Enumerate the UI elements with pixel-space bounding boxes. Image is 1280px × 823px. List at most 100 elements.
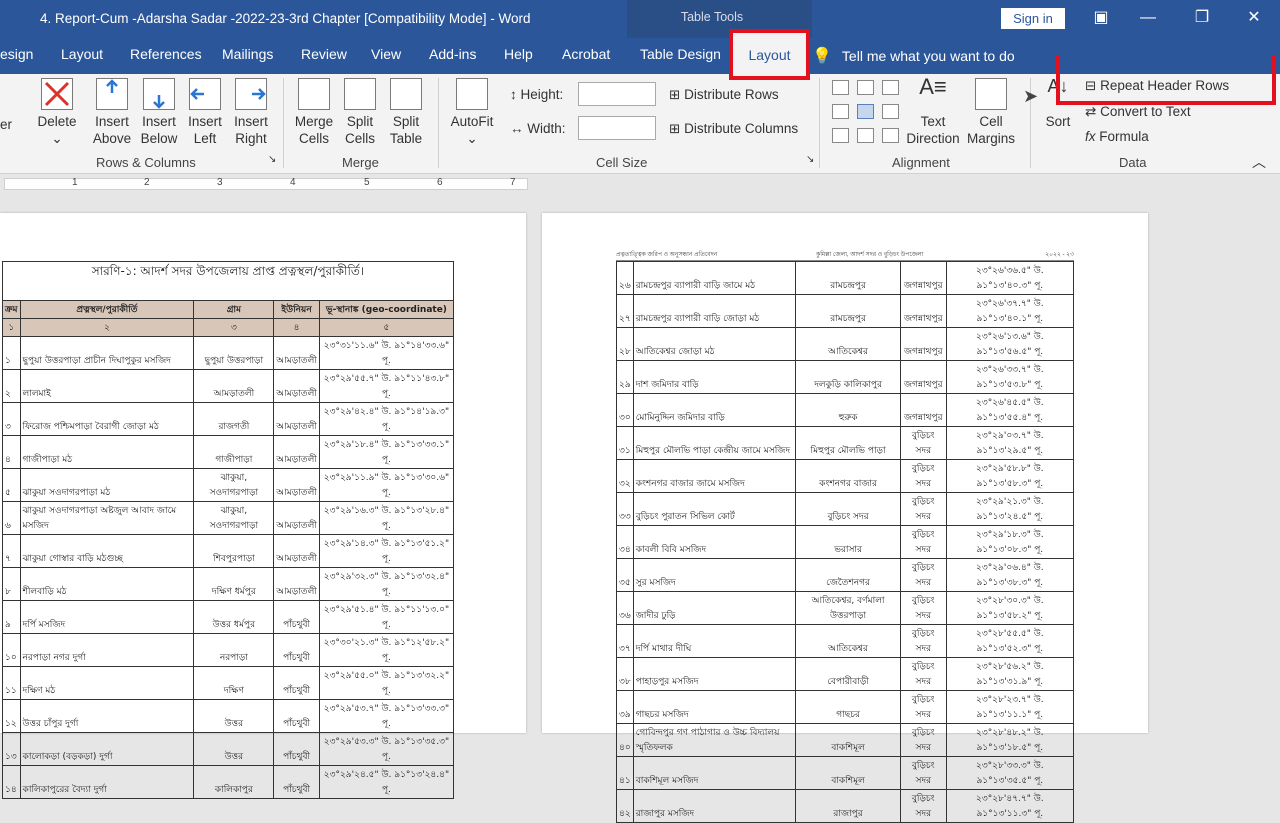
table-cell: ২৮ [616, 327, 634, 361]
table-row[interactable]: ৫ ঝাকুয়া সওদাগরপাড়া মঠ ঝাকুয়া, সওদাগরপা… [2, 467, 455, 502]
width-input[interactable] [578, 116, 656, 140]
align-center-right-icon[interactable] [882, 104, 899, 119]
table-row[interactable]: ৪০ গোবিন্দপুর গণ পাঠাগার ও উচ্চ বিদ্যালয়… [616, 723, 1075, 757]
distribute-columns-button[interactable]: ⊞ Distribute Columns [669, 121, 798, 137]
table-cell: রাজগতী [193, 401, 275, 436]
table-row[interactable]: ৩১ মিহুপুর মৌলভি পাড়া কেন্দ্রীয় জামে মস… [616, 426, 1075, 460]
tab-table-layout[interactable]: Layout [729, 29, 810, 80]
autofit-button[interactable]: AutoFit ⌄ [446, 78, 498, 147]
table-row[interactable]: ৯ দর্পি মসজিদ উত্তর ধর্মপুর পাঁচথুবী ২৩°২৯'৫… [2, 599, 455, 634]
table-cell: আমড়াতলী [273, 335, 320, 370]
table-row[interactable]: ৬ ঝাকুয়া সওদাগরপাড়া অষ্টজুল আবাদ জামে ম… [2, 500, 455, 535]
table-cell: উত্তর [193, 731, 275, 766]
table-row[interactable]: ৩৭ দর্পি মাথার দীঘি আতিকেশ্বর বুড়িচং সদর ২৩… [616, 624, 1075, 658]
table-row[interactable]: ৩২ কংশনগর বাজার জামে মসজিদ কংশনগর বাজার বুড… [616, 459, 1075, 493]
tab-review[interactable]: Review [301, 46, 347, 62]
horizontal-ruler[interactable]: 1 2 3 4 5 6 7 [0, 175, 1280, 193]
right-table[interactable]: ২৬ রামচন্দ্রপুর ব্যাপারী বাড়ি জামে মঠ রাম… [616, 261, 1075, 823]
table-row[interactable]: ১৪ কালিকাপুরের বৈদ্যা দুর্গা কালিকাপুর পাঁচ… [2, 764, 455, 799]
table-row[interactable]: ১১ দক্ষিণ মঠ দক্ষিণ পাঁচথুবী ২৩°২৯'৫৫.০" উ. … [2, 665, 455, 700]
align-bottom-right-icon[interactable] [882, 128, 899, 143]
align-center-icon[interactable] [857, 104, 874, 119]
tab-mailings[interactable]: Mailings [222, 46, 273, 62]
align-top-right-icon[interactable] [882, 80, 899, 95]
table-cell: আমড়াতলী [273, 401, 320, 436]
table-row[interactable]: ৮ শীলবাড়ি মঠ দক্ষিণ ধর্মপুর আমড়াতলী ২৩°২৯'… [2, 566, 455, 601]
cell-margins-button[interactable]: Cell Margins [964, 78, 1018, 147]
table-row[interactable]: ২ লালমাই আমড়াতলী আমড়াতলী ২৩°২৯'৫৫.৭" উ. ৯১… [2, 368, 455, 403]
insert-left-button[interactable]: Insert Left [182, 78, 228, 147]
table-row[interactable]: ৩৫ সুর মসজিদ জেতৈশনগর বুড়িচং সদর ২৩°২৯'০৬.৪… [616, 558, 1075, 592]
tell-me-search[interactable]: 💡 Tell me what you want to do [812, 46, 1015, 66]
table-row[interactable]: ২৮ আতিকেশ্বর জোড়া মঠ আতিকেশ্বর জগন্নাথপুর ২… [616, 327, 1075, 361]
table-cell: কালোকড়া (বড়কড়া) দুর্গা [19, 731, 195, 766]
table-row[interactable]: ৪১ বাকশিমূল মসজিদ বাকশিমূল বুড়িচং সদর ২৩°২৮… [616, 756, 1075, 790]
table-row[interactable]: ৩৪ কাবলী বিবি মসজিদ ভরাসার বুড়িচং সদর ২৩°২৯… [616, 525, 1075, 559]
align-top-left-icon[interactable] [832, 80, 849, 95]
table-row[interactable]: ৩৯ গাছচর মসজিদ গাছচর বুড়িচং সদর ২৩°২৮'২৩.৭"… [616, 690, 1075, 724]
page-right[interactable]: প্রত্নতাত্ত্বিক জরিপ ও অনুসন্ধান প্রতিবে… [542, 213, 1148, 823]
split-cells-button[interactable]: Split Cells [337, 78, 383, 147]
insert-below-button[interactable]: Insert Below [136, 78, 182, 147]
height-input[interactable] [578, 82, 656, 106]
tab-view[interactable]: View [371, 46, 401, 62]
table-row[interactable]: ৩৮ পাহাড়পুর মসজিদ বেপারীবাড়ী বুড়িচং সদর ২… [616, 657, 1075, 691]
split-table-button[interactable]: Split Table [383, 78, 429, 147]
tab-acrobat[interactable]: Acrobat [562, 46, 610, 62]
align-center-left-icon[interactable] [832, 104, 849, 119]
delete-button[interactable]: Delete ⌄ [34, 78, 80, 147]
table-row[interactable]: ৭ ঝাকুয়া গোস্বার বাড়ি মঠগুচ্ছ শিবপুরপাড়… [2, 533, 455, 568]
delete-table-icon [41, 78, 73, 110]
table-row[interactable]: ১ ছুপুয়া উত্তরপাড়া প্রাচীন দিঘাপুকুর মস… [2, 335, 455, 370]
table-cell: লালমাই [19, 368, 195, 403]
table-row[interactable]: ৪ গাজীপাড়া মঠ গাজীপাড়া আমড়াতলী ২৩°২৯'১৮.৪… [2, 434, 455, 469]
table-row[interactable]: ২৯ দাশ জমিদার বাড়ি দলকুড়ি কালিকাপুর জগন্ন… [616, 360, 1075, 394]
table-cell: ২৩°২৬'৩৩.৭" উ. ৯১°১৩'৫৩.৮" পূ. [945, 360, 1075, 394]
sign-in-button[interactable]: Sign in [1001, 8, 1065, 29]
table-row[interactable]: ২৭ রামচন্দ্রপুর ব্যাপারী বাড়ি জোড়া মঠ রা… [616, 294, 1075, 328]
table-row[interactable]: ১০ নরপাড়া নগর দুর্গা নরপাড়া পাঁচথুবী ২৩°৩০… [2, 632, 455, 667]
align-top-center-icon[interactable] [857, 80, 874, 95]
document-workspace[interactable]: সারণি-১: আদর্শ সদর উপজেলায় প্রাপ্ত প্রত… [0, 193, 1280, 823]
table-cell: ৩১ [616, 426, 634, 460]
distribute-rows-button[interactable]: ⊞ Distribute Rows [669, 87, 779, 103]
collapse-ribbon-icon[interactable]: ︿ [1252, 152, 1266, 172]
table-row[interactable]: ২৬ রামচন্দ্রপুর ব্যাপারী বাড়ি জামে মঠ রাম… [616, 261, 1075, 295]
table-row[interactable]: ৩৩ বুড়িচং পুরাতন সিভিল কোর্ট বুড়িচং সদর ব… [616, 492, 1075, 526]
table-row[interactable]: ৩ ফিরোজ পশ্চিমপাড়া বৈরাগী জোড়া মঠ রাজগতী… [2, 401, 455, 436]
maximize-icon[interactable]: ❐ [1189, 6, 1215, 30]
insert-right-button[interactable]: Insert Right [228, 78, 274, 147]
tab-design[interactable]: esign [0, 46, 33, 62]
close-icon[interactable]: ✕ [1241, 6, 1267, 30]
minimize-icon[interactable]: — [1135, 6, 1161, 30]
partial-button[interactable]: er [0, 116, 14, 133]
tab-references[interactable]: References [130, 46, 202, 62]
table-cell: গাছচর [795, 690, 901, 724]
table-cell: ছুপুয়া উত্তরপাড়া প্রাচীন দিঘাপুকুর মসজ… [19, 335, 195, 370]
table-cell: দর্পি মসজিদ [19, 599, 195, 634]
insert-above-button[interactable]: Insert Above [89, 78, 135, 147]
tab-layout[interactable]: Layout [61, 46, 103, 62]
formula-button[interactable]: fx Formula [1085, 129, 1149, 144]
text-direction-button[interactable]: A≡ Text Direction [906, 76, 960, 147]
convert-to-text-button[interactable]: ⇄ Convert to Text [1085, 104, 1191, 120]
table-cell: ২৬ [616, 261, 634, 295]
table-row[interactable]: ৩৬ জাদীর ঢুড়ি আতিকেশ্বর, বর্ণমালা উত্তরপা… [616, 591, 1075, 625]
table-row[interactable]: ৩০ মোমিনুদ্দিন জমিদার বাড়ি হুরুক জগন্নাথপু… [616, 393, 1075, 427]
page-left[interactable]: সারণি-১: আদর্শ সদর উপজেলায় প্রাপ্ত প্রত… [0, 213, 526, 799]
left-table[interactable]: সারণি-১: আদর্শ সদর উপজেলায় প্রাপ্ত প্রত… [2, 261, 455, 799]
tab-table-design[interactable]: Table Design [640, 46, 721, 62]
table-cell: রাজাপুর [795, 789, 901, 823]
rows-columns-launcher-icon[interactable]: ↘ [268, 154, 276, 165]
table-row[interactable]: ১৩ কালোকড়া (বড়কড়া) দুর্গা উত্তর পাঁচথুবী… [2, 731, 455, 766]
tab-help[interactable]: Help [504, 46, 533, 62]
cell-size-launcher-icon[interactable]: ↘ [806, 154, 814, 165]
merge-cells-button[interactable]: Merge Cells [291, 78, 337, 147]
tab-add-ins[interactable]: Add-ins [429, 46, 476, 62]
ribbon-display-icon[interactable]: ▣ [1088, 6, 1114, 30]
align-bottom-left-icon[interactable] [832, 128, 849, 143]
align-bottom-center-icon[interactable] [857, 128, 874, 143]
number-cell: ৪ [273, 317, 320, 337]
table-row[interactable]: ১২ উত্তর চাঁপুর দুর্গা উত্তর পাঁচথুবী ২৩°২৯'… [2, 698, 455, 733]
table-row[interactable]: ৪২ রাজাপুর মসজিদ রাজাপুর বুড়িচং সদর ২৩°২৮'৪… [616, 789, 1075, 823]
